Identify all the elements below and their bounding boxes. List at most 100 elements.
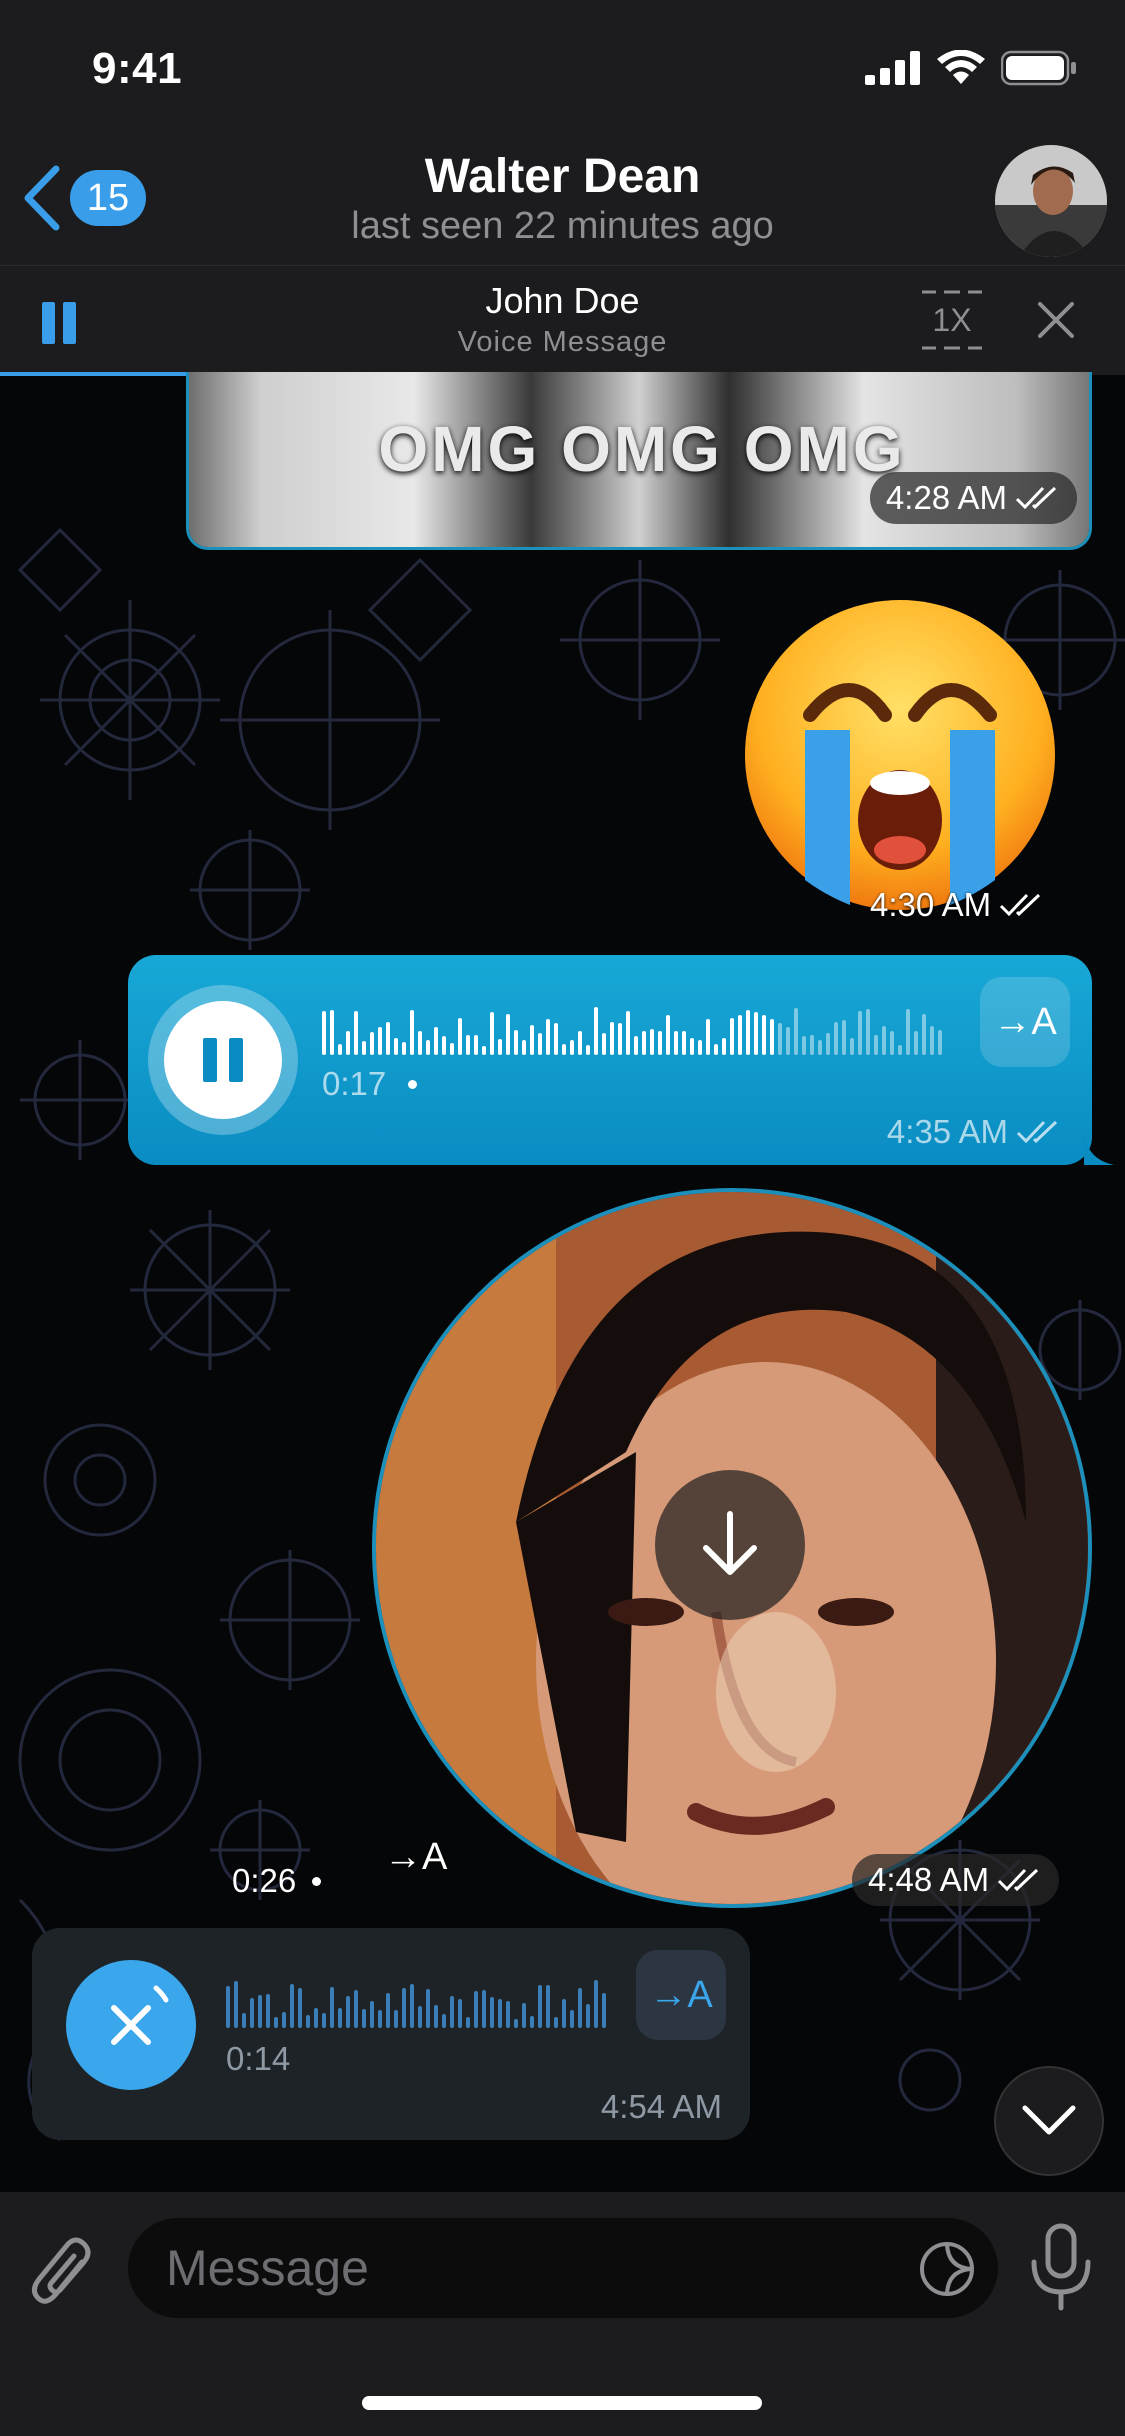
waveform-bar bbox=[722, 1038, 726, 1055]
paperclip-icon bbox=[32, 2237, 91, 2304]
waveform-bar bbox=[570, 1040, 574, 1055]
waveform-bar bbox=[450, 1996, 454, 2028]
waveform-bar bbox=[346, 1996, 350, 2028]
waveform-bar bbox=[682, 1031, 686, 1055]
waveform-bar bbox=[810, 1035, 814, 1055]
waveform-bar bbox=[554, 2017, 558, 2028]
waveform-bar bbox=[674, 1031, 678, 1055]
message-input[interactable] bbox=[166, 2236, 866, 2300]
incoming-voice-message[interactable]: 0:14 →A 4:54 AM bbox=[32, 1928, 750, 2140]
waveform-bar bbox=[578, 1988, 582, 2028]
waveform-bar bbox=[546, 1019, 550, 1055]
scroll-to-bottom-button[interactable] bbox=[994, 2066, 1104, 2176]
voice-waveform[interactable] bbox=[322, 1005, 942, 1055]
waveform-bar bbox=[858, 1011, 862, 1055]
double-check-icon bbox=[1000, 893, 1041, 917]
waveform-bar bbox=[370, 2001, 374, 2028]
crying-face-emoji[interactable] bbox=[740, 595, 1060, 915]
chat-title[interactable]: Walter Dean bbox=[0, 149, 1125, 204]
waveform-bar bbox=[714, 1044, 718, 1055]
waveform-bar bbox=[370, 1032, 374, 1055]
waveform-bar bbox=[506, 2001, 510, 2028]
waveform-bar bbox=[378, 1027, 382, 1055]
wifi-icon bbox=[937, 50, 985, 84]
gif-message[interactable]: OMG OMG OMG 4:28 AM bbox=[186, 372, 1092, 550]
voice-duration-label: 0:17 bbox=[322, 1065, 387, 1102]
pause-icon bbox=[164, 1001, 282, 1119]
waveform-bar bbox=[354, 1990, 358, 2028]
sticker-button[interactable] bbox=[918, 2240, 976, 2298]
waveform-bar bbox=[426, 1989, 430, 2028]
waveform-bar bbox=[290, 1984, 294, 2028]
cancel-download-button[interactable] bbox=[66, 1960, 196, 2090]
waveform-bar bbox=[794, 1008, 798, 1055]
waveform-bar bbox=[338, 1044, 342, 1055]
waveform-bar bbox=[930, 1026, 934, 1055]
unlistened-dot bbox=[312, 1876, 322, 1886]
close-player-button[interactable] bbox=[1036, 300, 1076, 340]
voice-waveform[interactable] bbox=[226, 1978, 606, 2028]
waveform-bar bbox=[450, 1043, 454, 1055]
waveform-bar bbox=[234, 1981, 238, 2028]
sticker-icon bbox=[920, 2242, 974, 2296]
avatar-photo bbox=[995, 145, 1107, 257]
waveform-bar bbox=[458, 1999, 462, 2028]
waveform-bar bbox=[898, 1045, 902, 1055]
double-check-icon bbox=[1016, 1120, 1058, 1144]
attach-button[interactable] bbox=[30, 2232, 100, 2312]
waveform-bar bbox=[746, 1010, 750, 1055]
voice-pause-button[interactable] bbox=[148, 985, 298, 1135]
waveform-bar bbox=[306, 2015, 310, 2028]
waveform-bar bbox=[490, 1997, 494, 2028]
waveform-bar bbox=[530, 1025, 534, 1055]
waveform-bar bbox=[482, 1046, 486, 1055]
waveform-bar bbox=[474, 1991, 478, 2028]
waveform-bar bbox=[850, 1038, 854, 1055]
waveform-bar bbox=[242, 2013, 246, 2028]
double-check-icon bbox=[998, 1868, 1039, 1892]
waveform-bar bbox=[498, 1039, 502, 1055]
waveform-bar bbox=[402, 1988, 406, 2028]
waveform-bar bbox=[394, 2010, 398, 2028]
waveform-bar bbox=[562, 1044, 566, 1055]
microphone-button[interactable] bbox=[1028, 2222, 1094, 2312]
waveform-bar bbox=[250, 1998, 254, 2028]
waveform-bar bbox=[738, 1015, 742, 1055]
waveform-bar bbox=[826, 1033, 830, 1055]
waveform-bar bbox=[410, 1984, 414, 2028]
waveform-bar bbox=[274, 2017, 278, 2028]
bubble-tail bbox=[1084, 1131, 1114, 1165]
transcribe-button[interactable]: →A bbox=[980, 977, 1070, 1067]
waveform-bar bbox=[602, 1033, 606, 1055]
chat-header: 15 Walter Dean last seen 22 minutes ago bbox=[0, 135, 1125, 265]
waveform-bar bbox=[346, 1031, 350, 1055]
waveform-bar bbox=[626, 1011, 630, 1055]
contact-avatar[interactable] bbox=[995, 145, 1107, 257]
waveform-bar bbox=[554, 1023, 558, 1055]
waveform-bar bbox=[538, 1985, 542, 2028]
waveform-bar bbox=[386, 1022, 390, 1055]
waveform-bar bbox=[362, 1041, 366, 1055]
waveform-bar bbox=[338, 2008, 342, 2028]
transcribe-button[interactable]: →A bbox=[636, 1950, 726, 2040]
waveform-bar bbox=[610, 1022, 614, 1055]
waveform-bar bbox=[418, 2006, 422, 2028]
video-transcribe-button[interactable]: →A bbox=[384, 1836, 447, 1879]
outgoing-voice-message[interactable]: 0:17 →A 4:35 AM bbox=[128, 955, 1114, 1165]
chevron-down-icon bbox=[1022, 2105, 1076, 2135]
waveform-bar bbox=[754, 1012, 758, 1055]
waveform-bar bbox=[378, 2010, 382, 2028]
message-time: 4:35 AM bbox=[886, 1113, 1008, 1150]
download-button[interactable] bbox=[655, 1470, 805, 1620]
waveform-bar bbox=[522, 2003, 526, 2028]
playback-speed-button[interactable]: 1X bbox=[922, 290, 982, 350]
waveform-bar bbox=[594, 1980, 598, 2028]
waveform-bar bbox=[578, 1031, 582, 1055]
waveform-bar bbox=[866, 1009, 870, 1055]
waveform-bar bbox=[706, 1019, 710, 1055]
waveform-bar bbox=[882, 1026, 886, 1055]
waveform-bar bbox=[586, 1045, 590, 1055]
message-input-bar bbox=[0, 2192, 1125, 2436]
audio-player-bar: John Doe Voice Message 1X bbox=[0, 265, 1125, 376]
waveform-bar bbox=[538, 1033, 542, 1055]
